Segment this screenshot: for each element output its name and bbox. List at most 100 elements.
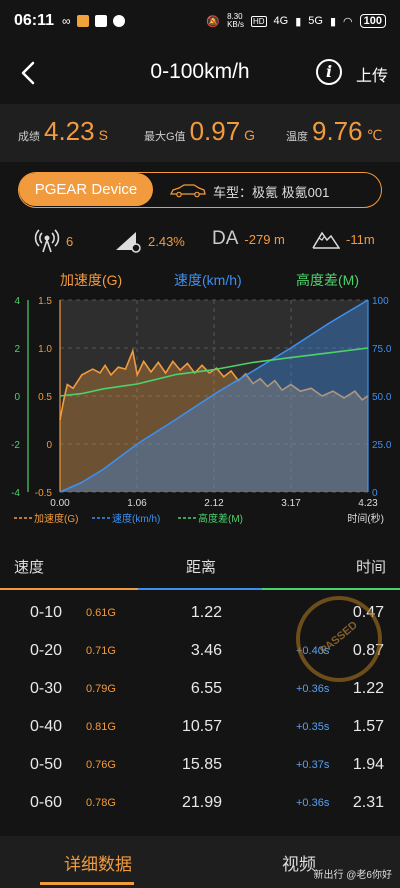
signal-icon: ▮ <box>329 15 337 28</box>
infinity-icon: ∞ <box>62 14 71 28</box>
performance-chart: 加速度(G) 速度(km/h) 高度差(M) 4 2 0 -2 -4 1.5 1.0 0.5 0… <box>0 270 400 532</box>
network-speed: 8.30 KB/s <box>227 12 244 29</box>
row-speed-range: 0-20 <box>30 642 63 659</box>
hd-icon: HD <box>250 15 267 27</box>
active-tab-indicator <box>40 882 134 885</box>
row-g-value: 0.71G <box>86 645 116 657</box>
bottom-tab-bar: 详细数据 视频 新出行 @老6你好 <box>0 836 400 888</box>
header-underline-time <box>262 588 400 590</box>
speed-tick-label: 50.0 <box>372 392 392 403</box>
legend-entry: 速度(km/h) <box>112 512 160 525</box>
time-tick-label: 2.12 <box>204 498 224 509</box>
info-icon[interactable]: i <box>316 59 342 85</box>
legend-entry: 加速度(G) <box>34 512 78 525</box>
chart-svg: 420-2-41.51.00.50-0.510075.050.025.000.0… <box>11 296 392 525</box>
device-selector: PGEAR Device 车型：极氪 极氪001 <box>18 172 382 208</box>
acceleration-tick-label: 0 <box>46 440 52 451</box>
max-g-value: 0.97 <box>189 116 241 146</box>
signal-icon: ▮ <box>295 15 302 28</box>
column-time-header: 时间 <box>355 559 386 576</box>
speed-tick-label: 25.0 <box>372 440 392 451</box>
score-unit: S <box>98 127 108 143</box>
table-row: 0-60 0.78G 21.99 +0.36s 2.31 <box>0 786 400 824</box>
satellite-count: 6 <box>66 233 74 249</box>
slope-value: 2.43% <box>148 233 185 249</box>
battery-icon: 100 <box>359 14 386 28</box>
row-g-value: 0.76G <box>86 759 116 771</box>
x-axis-label: 时间(秒) <box>347 512 384 525</box>
signal-4g: 4G <box>273 15 289 27</box>
row-g-value: 0.79G <box>86 683 116 695</box>
temperature-value: 9.76 <box>312 116 363 146</box>
row-speed-range: 0-30 <box>30 680 63 697</box>
device-button[interactable]: PGEAR Device <box>19 173 153 206</box>
speed-tick-label: 100 <box>372 296 389 307</box>
status-time: 06:11 <box>14 12 55 29</box>
row-distance: 3.46 <box>190 642 222 659</box>
car-model: 车型：极氪 极氪001 <box>213 185 330 200</box>
altitude-tick-label: 0 <box>14 392 20 403</box>
max-g-label: 最大G值 <box>144 131 186 143</box>
upload-button[interactable]: 上传 <box>356 62 388 86</box>
mute-icon: 🔕 <box>206 15 221 28</box>
time-tick-label: 1.06 <box>127 498 147 509</box>
row-g-value: 0.78G <box>86 797 116 809</box>
row-distance: 6.55 <box>190 680 222 697</box>
speed-tick-label: 75.0 <box>372 344 392 355</box>
acceleration-tick-label: 1.5 <box>38 296 52 307</box>
density-altitude-metric: DA -279 m <box>212 228 285 250</box>
header-underline-distance <box>138 588 262 590</box>
app-bar: 0-100km/h i 上传 <box>0 46 400 102</box>
altitude-tick-label: -2 <box>11 440 20 451</box>
slope-icon <box>116 232 141 253</box>
tab-detail-data[interactable]: 详细数据 <box>64 850 132 875</box>
row-distance: 15.85 <box>181 756 222 773</box>
row-speed-range: 0-50 <box>30 756 63 773</box>
row-time-delta: +0.36s <box>296 797 330 809</box>
slope-metric: 2.43% <box>114 228 185 254</box>
tab-video[interactable]: 视频 <box>282 850 316 875</box>
acceleration-tick-label: 0.5 <box>38 392 52 403</box>
mountain-icon <box>312 231 340 249</box>
wifi-icon: ◠ <box>343 15 353 28</box>
temperature-stat: 温度 9.76 ℃ <box>286 116 382 147</box>
row-distance: 10.57 <box>181 718 222 735</box>
score-value: 4.23 <box>44 116 95 146</box>
app-notification-icon <box>94 15 107 27</box>
time-tick-label: 4.23 <box>358 498 378 509</box>
column-speed-header: 速度 <box>14 559 45 576</box>
temperature-unit: ℃ <box>366 127 383 143</box>
row-speed-range: 0-10 <box>30 604 63 621</box>
row-time-delta: +0.37s <box>296 759 330 771</box>
row-g-value: 0.81G <box>86 721 116 733</box>
density-altitude-label: DA <box>212 228 239 249</box>
status-right: 🔕 8.30 KB/s HD 4G ▮ 5G ▮ ◠ 100 <box>206 13 386 29</box>
score-label: 成绩 <box>18 131 40 143</box>
table-row: 0-40 0.81G 10.57 +0.35s 1.57 <box>0 710 400 748</box>
table-header: 速度 距离 时间 <box>0 552 400 592</box>
row-time-delta: +0.35s <box>296 721 330 733</box>
row-distance: 21.99 <box>181 794 222 811</box>
status-bar: 06:11 ∞ 🔕 8.30 KB/s HD 4G ▮ 5G ▮ ◠ 100 <box>0 0 400 42</box>
satellite-signal-icon <box>34 229 60 253</box>
row-time: 1.94 <box>352 756 384 773</box>
header-underline-speed <box>0 588 138 590</box>
row-time: 1.57 <box>352 718 384 735</box>
satellite-metric: 6 <box>34 228 73 254</box>
time-tick-label: 0.00 <box>50 498 70 509</box>
column-distance-header: 距离 <box>186 559 217 576</box>
max-g-stat: 最大G值 0.97 G <box>144 116 255 147</box>
altitude-value: -11m <box>346 231 375 247</box>
density-altitude-value: -279 m <box>244 231 285 247</box>
app-notification-icon <box>76 15 89 27</box>
row-time-delta: +0.36s <box>296 683 330 695</box>
legend-entry: 高度差(M) <box>198 512 243 525</box>
row-g-value: 0.61G <box>86 607 116 619</box>
altitude-metric: -11m <box>312 228 375 250</box>
signal-5g: 5G <box>308 15 323 27</box>
watermark: 新出行 @老6你好 <box>313 870 393 881</box>
status-notification-icons: ∞ <box>62 14 125 28</box>
altitude-tick-label: 4 <box>14 296 20 307</box>
acceleration-tick-label: 1.0 <box>38 344 52 355</box>
time-tick-label: 3.17 <box>281 498 301 509</box>
